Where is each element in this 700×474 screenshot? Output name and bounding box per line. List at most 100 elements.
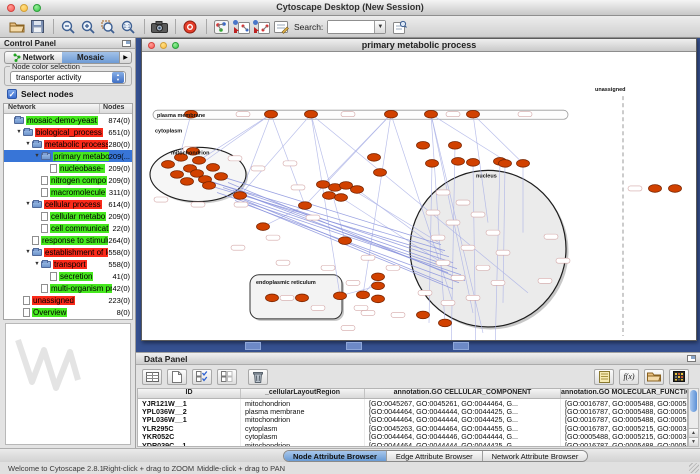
import-table-icon[interactable]	[252, 18, 270, 36]
tree-row[interactable]: multi-organism pro42(0)	[4, 282, 132, 294]
table-row[interactable]: YDR039C__1mitochondrion[GO:0044464, GO:0…	[138, 441, 687, 447]
tree-row[interactable]: cellular metabo209(0)	[4, 210, 132, 222]
resize-grip[interactable]	[689, 463, 699, 473]
expander-icon[interactable]: ▼	[15, 129, 23, 135]
data-panel-float-icon[interactable]	[687, 355, 696, 362]
network-node[interactable]	[417, 311, 430, 319]
expander-icon[interactable]: ▼	[24, 141, 32, 147]
tree-row[interactable]: ▼cellular process614(0)	[4, 198, 132, 210]
tree-row[interactable]: cell communicat22(0)	[4, 222, 132, 234]
column-header-id[interactable]: ID	[138, 389, 241, 398]
help-ring-icon[interactable]	[181, 18, 199, 36]
network-node[interactable]	[335, 194, 348, 202]
zoom-out-icon[interactable]	[59, 18, 77, 36]
network-node[interactable]	[339, 237, 352, 245]
tree-row[interactable]: nitrogen compo209(0)	[4, 174, 132, 186]
tree-row[interactable]: secretion41(0)	[4, 270, 132, 282]
tree-row[interactable]: mosaic-demo-yeast874(0)	[4, 114, 132, 126]
table-scrollbar[interactable]: ▲ ▼	[688, 388, 699, 447]
open-session-icon[interactable]	[8, 18, 26, 36]
tree-row[interactable]: ▼biological_process651(0)	[4, 126, 132, 138]
search-input[interactable]	[328, 21, 374, 33]
network-node[interactable]	[162, 161, 175, 169]
node-color-dropdown[interactable]: transporter activity ▲▼	[10, 71, 126, 84]
network-node[interactable]	[368, 154, 381, 162]
network-node[interactable]	[357, 291, 370, 299]
network-node[interactable]	[171, 171, 184, 179]
network-node[interactable]	[449, 142, 462, 150]
network-node[interactable]	[372, 273, 385, 281]
select-attributes-icon[interactable]	[192, 369, 212, 385]
search-options-icon[interactable]	[391, 18, 409, 36]
select-nodes-checkbox[interactable]: ✓	[7, 89, 17, 99]
network-node[interactable]	[417, 142, 430, 150]
expander-icon[interactable]: ▼	[24, 201, 32, 207]
tree-row[interactable]: ▼metabolic process280(0)	[4, 138, 132, 150]
column-header-region[interactable]: _cellularLayoutRegion	[241, 389, 365, 398]
network-node[interactable]	[467, 159, 480, 167]
network-node[interactable]	[207, 164, 220, 172]
network-node[interactable]	[372, 295, 385, 303]
network-node[interactable]	[669, 185, 682, 193]
network-node[interactable]	[374, 169, 387, 177]
column-header-cellular-component[interactable]: annotation.GO CELLULAR_COMPONENT	[365, 389, 561, 398]
tree-row[interactable]: unassigned223(0)	[4, 294, 132, 306]
network-node[interactable]	[181, 178, 194, 186]
tab-node-attribute-browser[interactable]: Node Attribute Browser	[284, 451, 386, 461]
network-node[interactable]	[385, 110, 398, 118]
network-node[interactable]	[467, 110, 480, 118]
network-node[interactable]	[215, 173, 228, 181]
network-node[interactable]	[296, 294, 309, 302]
network-node[interactable]	[372, 282, 385, 290]
network-node[interactable]	[193, 157, 206, 165]
new-attribute-icon[interactable]	[167, 369, 187, 385]
import-attributes-icon[interactable]	[644, 369, 664, 385]
expander-icon[interactable]: ▼	[24, 249, 32, 255]
annotation-icon[interactable]	[272, 18, 290, 36]
network-node[interactable]	[351, 186, 364, 194]
tree-row[interactable]: ▼transport558(0)	[4, 258, 132, 270]
network-window-titlebar[interactable]: primary metabolic process	[142, 39, 696, 52]
network-node[interactable]	[425, 110, 438, 118]
network-node[interactable]	[439, 319, 452, 327]
tab-edge-attribute-browser[interactable]: Edge Attribute Browser	[386, 451, 482, 461]
network-node[interactable]	[257, 223, 270, 231]
network-node[interactable]	[499, 160, 512, 168]
birdseye-view[interactable]	[5, 323, 131, 445]
attribute-matrix-icon[interactable]	[669, 369, 689, 385]
network-node[interactable]	[203, 182, 216, 190]
search-dropdown-arrow[interactable]: ▼	[374, 21, 385, 33]
network-node[interactable]	[649, 185, 662, 193]
zoom-in-icon[interactable]	[79, 18, 97, 36]
network-node[interactable]	[334, 292, 347, 300]
import-network-icon[interactable]	[232, 18, 250, 36]
network-node[interactable]	[266, 294, 279, 302]
float-panel-icon[interactable]	[122, 40, 131, 47]
column-header-molecular-function[interactable]: annotation.GO MOLECULAR_FUNCTION	[561, 389, 687, 398]
network-node[interactable]	[317, 181, 330, 189]
unselect-attributes-icon[interactable]	[217, 369, 237, 385]
network-node[interactable]	[452, 158, 465, 166]
network-node[interactable]	[299, 202, 312, 210]
manage-networks-icon[interactable]	[212, 18, 230, 36]
network-node[interactable]	[234, 192, 247, 200]
delete-attribute-icon[interactable]	[248, 369, 268, 385]
attribute-notes-icon[interactable]	[594, 369, 614, 385]
tree-row[interactable]: Overview8(0)	[4, 306, 132, 318]
network-node[interactable]	[323, 192, 336, 200]
scroll-up-button[interactable]: ▲	[689, 428, 698, 437]
attribute-table-icon[interactable]	[142, 369, 162, 385]
attribute-function-icon[interactable]: f(x)	[619, 369, 639, 385]
scrollbar-thumb[interactable]	[690, 390, 697, 412]
tree-column-network[interactable]: Network	[4, 104, 99, 113]
network-node[interactable]	[305, 110, 318, 118]
network-node[interactable]	[426, 160, 439, 168]
network-canvas[interactable]: plasma membranecytoplasmmitochondrionnuc…	[143, 52, 695, 340]
camera-snapshot-icon[interactable]	[150, 18, 168, 36]
zoom-fit-icon[interactable]: 1:1	[119, 18, 137, 36]
tree-row[interactable]: response to stimulu264(0)	[4, 234, 132, 246]
tree-row[interactable]: macromolecule311(0)	[4, 186, 132, 198]
expander-icon[interactable]: ▼	[33, 153, 41, 159]
save-session-icon[interactable]	[28, 18, 46, 36]
tree-row[interactable]: ▼establishment of lo558(0)	[4, 246, 132, 258]
